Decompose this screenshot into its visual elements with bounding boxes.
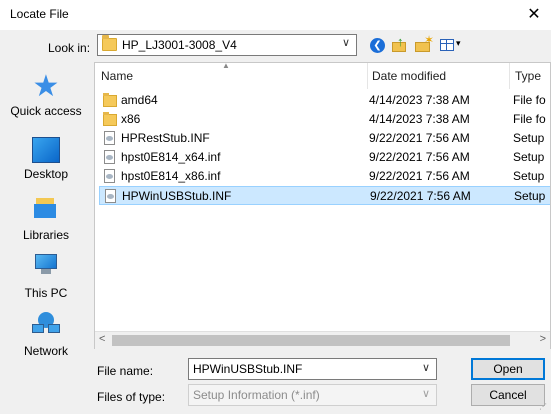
place-network[interactable]: Network	[1, 312, 91, 358]
open-button[interactable]: Open	[471, 358, 545, 380]
file-name-label: File name:	[97, 364, 154, 378]
file-date: 9/22/2021 7:56 AM	[370, 189, 471, 203]
resize-grip-icon[interactable]: ⋰	[539, 402, 549, 412]
file-date: 9/22/2021 7:56 AM	[369, 131, 470, 145]
file-type: Setup	[513, 150, 545, 164]
file-name: hpst0E814_x64.inf	[121, 150, 221, 164]
place-label: Network	[23, 344, 68, 358]
file-row[interactable]: hpst0E814_x86.inf 9/22/2021 7:56 AM Setu…	[99, 167, 550, 186]
column-header-name[interactable]: Name	[101, 63, 368, 89]
look-in-value: HP_LJ3001-3008_V4	[122, 38, 237, 52]
network-icon	[32, 312, 60, 338]
libraries-icon	[32, 196, 60, 222]
place-this-pc[interactable]: This PC	[1, 252, 91, 300]
file-name: x86	[121, 112, 141, 126]
file-row[interactable]: x86 4/14/2023 7:38 AM File fo	[99, 110, 550, 129]
column-header-date[interactable]: Date modified	[372, 63, 510, 89]
quick-access-icon: ★	[32, 70, 60, 103]
view-menu-icon[interactable]: ▾	[440, 37, 466, 53]
file-type: File fo	[513, 93, 546, 107]
scroll-thumb[interactable]	[112, 335, 510, 346]
place-quick-access[interactable]: ★ Quick access	[1, 70, 91, 119]
desktop-icon	[32, 137, 60, 163]
file-name: amd64	[121, 93, 158, 107]
file-type: Setup	[514, 189, 546, 203]
new-folder-icon[interactable]: ✶	[415, 33, 434, 53]
scroll-right-icon[interactable]: >	[540, 333, 546, 345]
file-date: 4/14/2023 7:38 AM	[369, 112, 470, 126]
folder-icon	[102, 35, 117, 51]
up-folder-icon[interactable]: ↑	[392, 34, 410, 53]
back-icon[interactable]: ❮	[370, 38, 385, 53]
inf-file-icon	[104, 131, 115, 145]
file-name: hpst0E814_x86.inf	[121, 169, 221, 183]
file-date: 4/14/2023 7:38 AM	[369, 93, 470, 107]
file-row[interactable]: hpst0E814_x64.inf 9/22/2021 7:56 AM Setu…	[99, 148, 550, 167]
file-row-selected[interactable]: HPWinUSBStub.INF 9/22/2021 7:56 AM Setup	[99, 186, 550, 205]
this-pc-icon	[32, 252, 60, 278]
file-date: 9/22/2021 7:56 AM	[369, 150, 470, 164]
folder-icon	[103, 112, 117, 126]
look-in-label: Look in:	[48, 41, 91, 55]
chevron-down-icon[interactable]: ∨	[342, 36, 350, 49]
inf-file-icon	[104, 150, 115, 164]
chevron-down-icon[interactable]: ∨	[422, 387, 430, 400]
file-row[interactable]: HPRestStub.INF 9/22/2021 7:56 AM Setup	[99, 129, 550, 148]
file-name: HPRestStub.INF	[121, 131, 210, 145]
place-label: Desktop	[23, 167, 69, 181]
chevron-down-icon[interactable]: ∨	[422, 361, 430, 374]
scroll-left-icon[interactable]: <	[99, 333, 105, 345]
file-list[interactable]: ▲ Name Date modified Type amd64 4/14/202…	[94, 62, 551, 349]
file-name-value: HPWinUSBStub.INF	[193, 362, 303, 376]
place-libraries[interactable]: Libraries	[1, 194, 91, 242]
place-desktop[interactable]: Desktop	[1, 134, 91, 181]
file-type: Setup	[513, 131, 545, 145]
file-type-dropdown[interactable]: Setup Information (*.inf) ∨	[188, 384, 437, 406]
file-type-value: Setup Information (*.inf)	[193, 388, 320, 402]
window-title: Locate File	[10, 7, 69, 21]
cancel-button[interactable]: Cancel	[471, 384, 545, 406]
file-type-label: Files of type:	[97, 390, 166, 404]
horizontal-scrollbar[interactable]: < >	[95, 331, 550, 349]
places-bar: ★ Quick access Desktop Libraries This PC…	[1, 62, 91, 365]
column-header-type[interactable]: Type	[515, 63, 550, 89]
file-name: HPWinUSBStub.INF	[122, 189, 232, 203]
file-type: Setup	[513, 169, 545, 183]
folder-icon	[103, 93, 117, 107]
place-label: This PC	[24, 286, 68, 300]
file-type: File fo	[513, 112, 546, 126]
inf-file-icon	[105, 189, 116, 203]
file-date: 9/22/2021 7:56 AM	[369, 169, 470, 183]
look-in-dropdown[interactable]: HP_LJ3001-3008_V4 ∨	[97, 34, 357, 56]
inf-file-icon	[104, 169, 115, 183]
file-row[interactable]: amd64 4/14/2023 7:38 AM File fo	[99, 91, 550, 110]
file-name-input[interactable]: HPWinUSBStub.INF ∨	[188, 358, 437, 380]
place-label: Quick access	[10, 104, 82, 118]
title-bar	[0, 0, 551, 30]
place-label: Libraries	[22, 228, 70, 242]
close-icon[interactable]: ✕	[522, 4, 546, 26]
